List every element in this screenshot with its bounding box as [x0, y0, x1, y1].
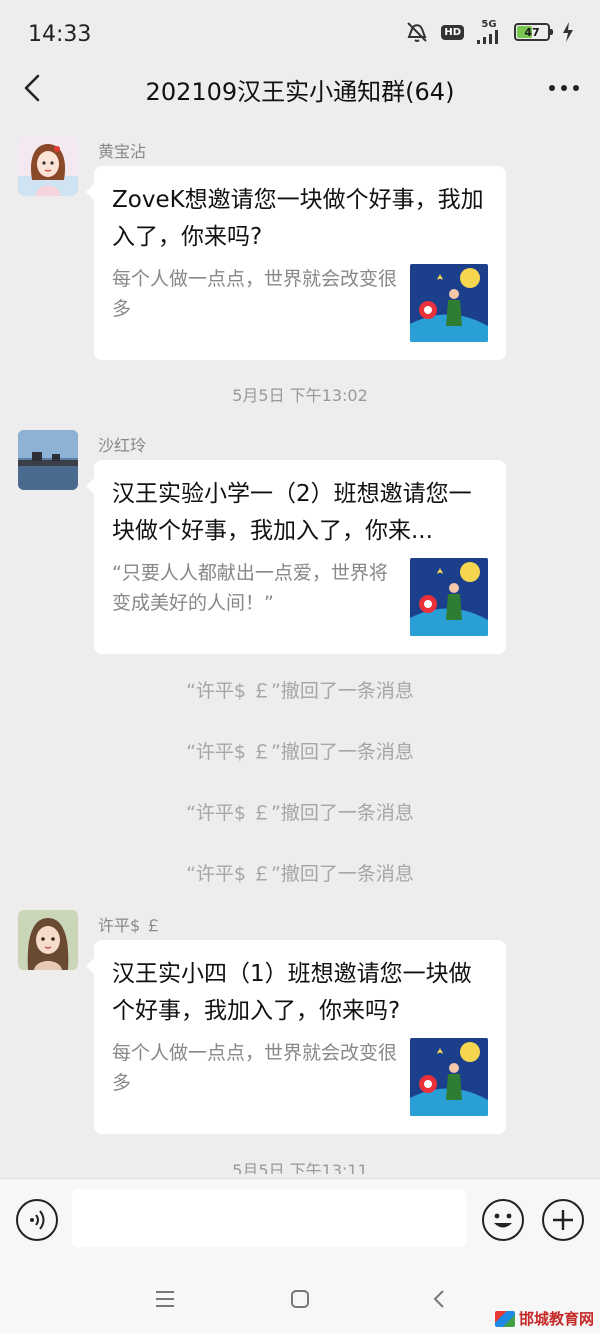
recall-notice: “许平$ ￡”撤回了一条消息	[186, 863, 414, 885]
chat-title: 202109汉王实小通知群(64)	[145, 78, 455, 106]
charging-icon	[563, 22, 573, 42]
card-description: 每个人做一点点，世界就会改变很多	[112, 1042, 398, 1094]
hd-icon: HD	[441, 24, 464, 40]
recall-notice: “许平$ ￡”撤回了一条消息	[186, 680, 414, 702]
more-dots-icon	[549, 85, 579, 91]
avatar-woman-image	[18, 910, 78, 970]
home-button[interactable]	[285, 1284, 315, 1314]
card-title: ZoveK想邀请您一块做个好事，我加入了，你来吗?	[112, 187, 484, 250]
plus-button[interactable]	[542, 1199, 584, 1241]
sender-name: 沙红玲	[98, 436, 147, 455]
system-back-button[interactable]	[424, 1284, 454, 1314]
card-description: “只要人人都献出一点爱，世界将变成美好的人间！”	[112, 562, 388, 614]
mute-icon	[407, 22, 428, 42]
voice-button[interactable]	[16, 1199, 58, 1241]
watermark-logo-icon	[494, 1310, 515, 1327]
watermark: 邯城教育网	[494, 1308, 594, 1329]
share-card[interactable]: ZoveK想邀请您一块做个好事，我加入了，你来吗? 每个人做一点点，世界就会改变…	[86, 166, 506, 360]
avatar[interactable]	[18, 910, 78, 970]
network-label: 5G	[481, 19, 497, 30]
avatar[interactable]	[18, 136, 78, 196]
system-nav-bar: 邯城教育网	[0, 1262, 600, 1333]
plus-icon	[553, 1210, 573, 1230]
more-button[interactable]	[544, 70, 584, 106]
watermark-text: 邯城教育网	[518, 1310, 594, 1328]
timestamp: 5月5日 下午13:02	[232, 386, 368, 405]
card-title: 汉王实验小学一（2）班想邀请您一块做个好事，我加入了，你来...	[112, 481, 472, 544]
share-card[interactable]: 汉王实验小学一（2）班想邀请您一块做个好事，我加入了，你来... “只要人人都献…	[86, 460, 506, 654]
card-description: 每个人做一点点，世界就会改变很多	[112, 268, 398, 320]
input-bar	[0, 1178, 600, 1262]
message-input[interactable]	[72, 1189, 466, 1247]
recall-notice: “许平$ ￡”撤回了一条消息	[186, 741, 414, 763]
sender-name: 黄宝沾	[98, 142, 147, 161]
card-body: 每个人做一点点，世界就会改变很多	[112, 1038, 488, 1116]
emoji-button[interactable]	[482, 1199, 524, 1241]
card-thumbnail	[410, 264, 488, 342]
avatar[interactable]	[18, 430, 78, 490]
back-icon	[433, 1290, 444, 1308]
card-body: 每个人做一点点，世界就会改变很多	[112, 264, 488, 342]
chat-header: 202109汉王实小通知群(64)	[0, 58, 600, 120]
card-thumbnail	[410, 558, 488, 636]
avatar-girl-image	[18, 136, 78, 196]
menu-button[interactable]	[150, 1284, 180, 1314]
chat-area[interactable]: 黄宝沾 ZoveK想邀请您一块做个好事，我加入了，你来吗? 每个人做一点点，世界…	[0, 124, 600, 1174]
emoji-icon	[494, 1213, 512, 1228]
status-time: 14:33	[28, 22, 92, 47]
timestamp: 5月5日 下午13:11	[232, 1161, 368, 1174]
share-card[interactable]: 汉王实小四（1）班想邀请您一块做个好事，我加入了，你来吗? 每个人做一点点，世界…	[86, 940, 506, 1134]
battery-nub	[550, 29, 553, 35]
voice-icon	[30, 1210, 45, 1230]
battery-level: 47	[524, 25, 540, 39]
card-title: 汉王实小四（1）班想邀请您一块做个好事，我加入了，你来吗?	[112, 961, 472, 1024]
recall-notice: “许平$ ￡”撤回了一条消息	[186, 802, 414, 824]
avatar-landscape-image	[18, 430, 78, 490]
status-icons: HD 5G 47	[405, 20, 574, 44]
menu-icon	[156, 1291, 174, 1307]
card-body: “只要人人都献出一点爱，世界将变成美好的人间！”	[112, 558, 488, 636]
card-thumbnail	[410, 1038, 488, 1116]
home-icon	[291, 1290, 309, 1308]
sender-name: 许平$ ￡	[98, 916, 162, 935]
signal-icon	[477, 30, 498, 44]
battery-icon: 47	[514, 23, 553, 41]
signal-group: 5G	[476, 20, 502, 44]
